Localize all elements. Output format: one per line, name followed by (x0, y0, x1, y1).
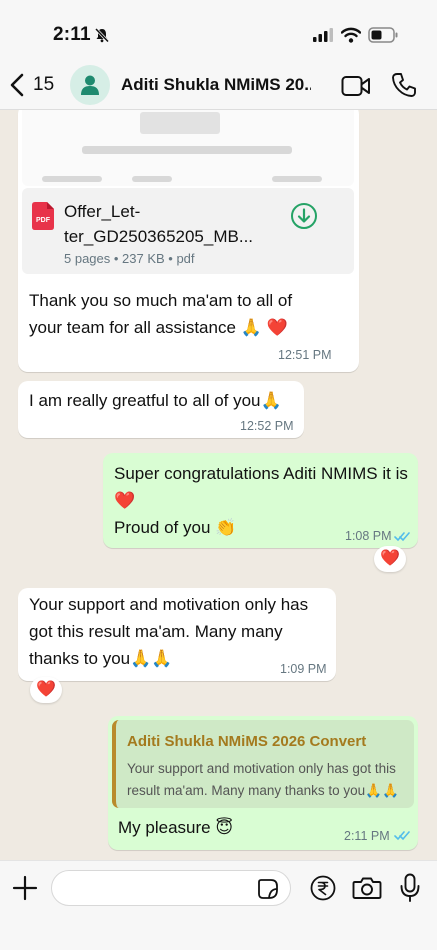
download-icon[interactable] (290, 202, 318, 230)
microphone-icon[interactable] (399, 873, 421, 903)
video-call-icon[interactable] (341, 75, 371, 97)
message-text-second-line: Proud of you 👏 (114, 518, 237, 537)
message-input-container[interactable] (51, 870, 291, 906)
quoted-message[interactable]: Aditi Shukla NMiMS 2026 Convert Your sup… (112, 720, 414, 808)
incoming-message[interactable]: I am really greatful to all of you🙏 12:5… (18, 381, 304, 438)
back-chevron-icon[interactable] (8, 72, 26, 98)
document-meta: 5 pages • 237 KB • pdf (64, 251, 195, 266)
person-icon (81, 75, 99, 95)
plus-icon[interactable] (12, 875, 38, 901)
wifi-icon (341, 27, 361, 43)
battery-icon (368, 27, 398, 43)
rupee-payment-icon[interactable] (310, 875, 336, 901)
document-preview-thumbnail[interactable] (22, 110, 354, 186)
camera-icon[interactable] (352, 876, 382, 900)
message-time: 12:51 PM (278, 348, 332, 362)
phone-call-icon[interactable] (391, 72, 417, 98)
message-time: 1:09 PM (280, 662, 327, 676)
pdf-file-icon: PDF (32, 202, 54, 230)
read-receipt-icon (394, 831, 410, 841)
message-text: My pleasure 😇 (118, 818, 234, 837)
message-input[interactable] (64, 877, 244, 899)
unread-count[interactable]: 15 (33, 74, 54, 96)
outgoing-message[interactable]: Super congratulations Aditi NMIMS it is … (103, 453, 418, 548)
message-text: Thank you so much ma'am to all of your t… (29, 291, 293, 337)
document-file-name: Offer_Let-ter_GD250365205_MB... (64, 202, 254, 246)
avatar[interactable] (70, 65, 110, 105)
contact-name[interactable]: Aditi Shukla NMiMS 20... (121, 75, 311, 95)
read-receipt-icon (394, 532, 410, 542)
status-time: 2:11 (53, 24, 91, 45)
incoming-document-message[interactable]: PDF Offer_Let-ter_GD250365205_MB... 5 pa… (18, 110, 359, 372)
incoming-message[interactable]: Your support and motivation only has got… (18, 588, 336, 681)
message-list[interactable]: PDF Offer_Let-ter_GD250365205_MB... 5 pa… (0, 110, 437, 860)
message-composer (0, 860, 437, 950)
cellular-signal-icon (313, 28, 333, 42)
sticker-icon[interactable] (257, 878, 279, 900)
bell-muted-icon (94, 27, 110, 43)
reaction-heart[interactable]: ❤️ (374, 546, 406, 572)
chat-header: 15 Aditi Shukla NMiMS 20... (0, 62, 437, 110)
status-bar: 2:11 (0, 0, 437, 62)
message-text: Your support and motivation only has got… (29, 595, 309, 668)
message-time: 2:11 PM (344, 829, 390, 843)
message-time: 12:52 PM (240, 419, 294, 433)
message-text: I am really greatful to all of you🙏 (29, 391, 282, 410)
document-card[interactable]: PDF Offer_Let-ter_GD250365205_MB... 5 pa… (22, 188, 354, 274)
outgoing-reply-message[interactable]: Aditi Shukla NMiMS 2026 Convert Your sup… (108, 716, 418, 850)
svg-text:PDF: PDF (36, 217, 51, 224)
message-time: 1:08 PM (345, 529, 392, 543)
quoted-message-text: Your support and motivation only has got… (127, 761, 399, 798)
message-text: Super congratulations Aditi NMIMS it is … (114, 464, 408, 510)
reaction-heart[interactable]: ❤️ (30, 677, 62, 703)
quoted-sender-name: Aditi Shukla NMiMS 2026 Convert (127, 733, 367, 750)
